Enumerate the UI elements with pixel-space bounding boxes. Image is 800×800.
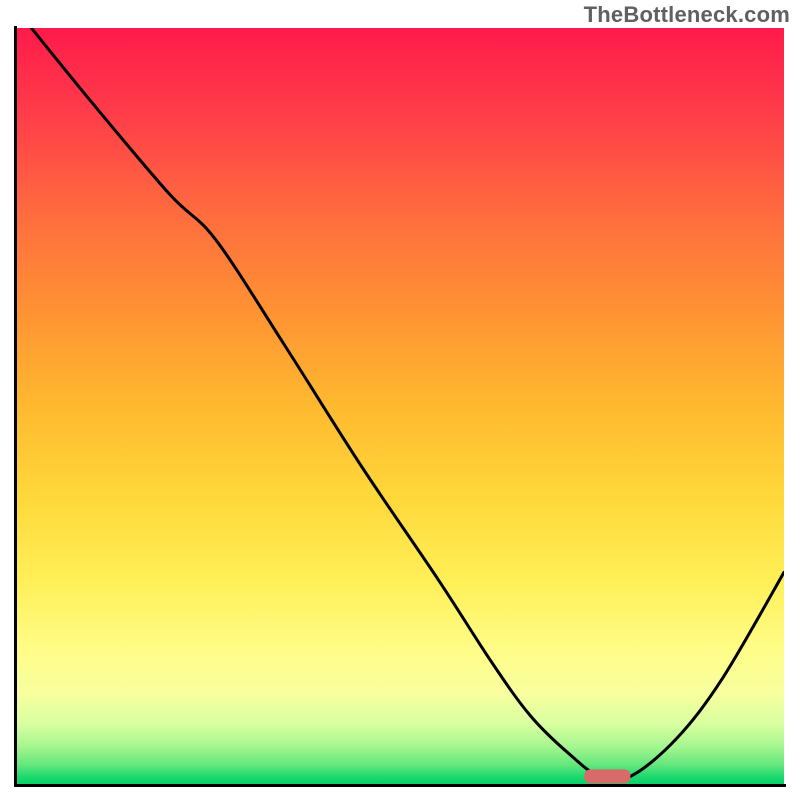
optimal-region-marker xyxy=(584,769,630,783)
chart-stage: TheBottleneck.com xyxy=(0,0,800,800)
y-axis xyxy=(14,26,17,786)
x-axis xyxy=(14,784,786,787)
chart-plot-area xyxy=(16,28,784,784)
watermark-text: TheBottleneck.com xyxy=(584,2,790,28)
bottleneck-curve xyxy=(31,28,784,780)
chart-svg xyxy=(16,28,784,784)
